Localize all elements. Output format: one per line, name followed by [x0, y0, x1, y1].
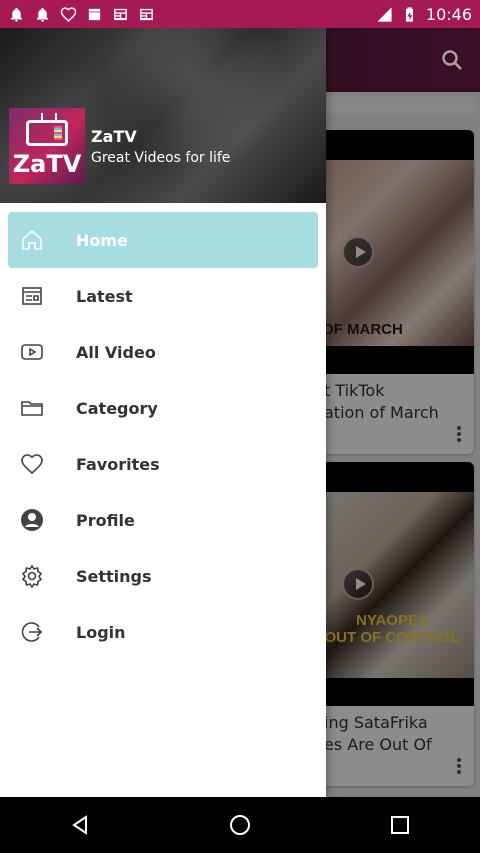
menu-item-label: Home: [76, 230, 128, 250]
folder-icon: [20, 396, 44, 420]
app-tagline: Great Videos for life: [91, 150, 231, 166]
menu-item-label: Login: [76, 622, 126, 642]
menu-item-label: All Video: [76, 342, 156, 362]
notification-bell-icon: [34, 6, 51, 23]
home-circle-icon: [230, 815, 250, 835]
clock: 10:46: [425, 4, 472, 24]
menu-item-label: Latest: [76, 286, 133, 306]
tv-icon: [26, 120, 68, 146]
menu-item-category[interactable]: Category: [0, 380, 326, 436]
menu-item-favorites[interactable]: Favorites: [0, 436, 326, 492]
latest-icon: [20, 284, 44, 308]
heart-outline-icon: [60, 6, 77, 23]
newspaper-icon: [112, 6, 129, 23]
drawer-menu: Home Latest All Video Category Favorites…: [0, 212, 326, 660]
clapperboard-icon: [86, 6, 103, 23]
menu-item-settings[interactable]: Settings: [0, 548, 326, 604]
notification-bell-icon: [8, 6, 25, 23]
home-icon: [20, 228, 44, 252]
back-icon: [72, 815, 87, 835]
menu-item-label: Settings: [76, 566, 152, 586]
recents-icon: [391, 816, 409, 834]
status-bar: 10:46: [0, 0, 480, 28]
menu-item-label: Favorites: [76, 454, 160, 474]
back-button[interactable]: [60, 805, 100, 845]
video-icon: [20, 340, 44, 364]
menu-item-home[interactable]: Home: [8, 212, 318, 268]
menu-item-label: Profile: [76, 510, 135, 530]
system-nav-bar: [0, 797, 480, 853]
menu-item-login[interactable]: Login: [0, 604, 326, 660]
recents-button[interactable]: [380, 805, 420, 845]
newspaper-icon: [138, 6, 155, 23]
drawer-header: ZaTV ZaTV Great Videos for life: [0, 28, 326, 203]
search-icon[interactable]: [440, 48, 464, 72]
menu-item-all-video[interactable]: All Video: [0, 324, 326, 380]
navigation-drawer: ZaTV ZaTV Great Videos for life Home Lat…: [0, 28, 326, 797]
heart-icon: [20, 452, 44, 476]
battery-charging-icon: [401, 6, 418, 23]
menu-item-latest[interactable]: Latest: [0, 268, 326, 324]
app-name: ZaTV: [91, 127, 137, 146]
app-logo: ZaTV: [9, 108, 85, 184]
logo-text: ZaTV: [12, 150, 82, 178]
menu-item-profile[interactable]: Profile: [0, 492, 326, 548]
home-button[interactable]: [220, 805, 260, 845]
login-icon: [20, 620, 44, 644]
menu-item-label: Category: [76, 398, 158, 418]
signal-icon: [376, 6, 393, 23]
account-icon: [20, 508, 44, 532]
gear-icon: [20, 564, 44, 589]
